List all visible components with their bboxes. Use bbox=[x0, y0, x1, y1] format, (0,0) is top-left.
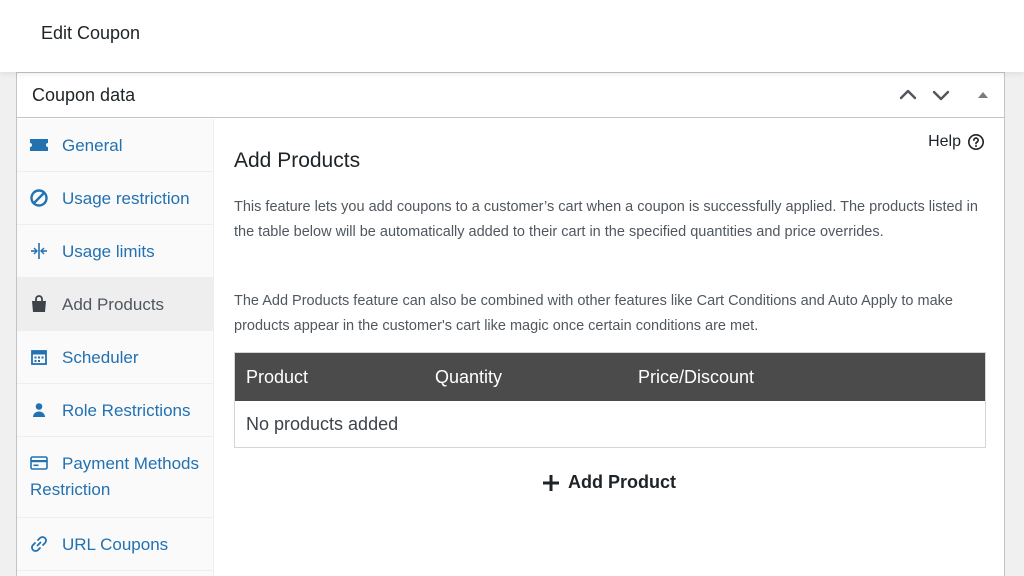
add-products-content: Help Add Products This feature lets you … bbox=[215, 119, 1004, 576]
limits-icon bbox=[29, 241, 49, 261]
help-icon bbox=[967, 133, 985, 151]
column-header-price-discount: Price/Discount bbox=[638, 367, 755, 387]
tab-label: Add Products bbox=[62, 295, 165, 314]
tab-payment-methods-restriction[interactable]: Payment Methods Restriction bbox=[17, 437, 213, 518]
tab-usage-restriction[interactable]: Usage restriction bbox=[17, 172, 213, 225]
bag-icon bbox=[29, 294, 49, 314]
tab-url-coupons[interactable]: URL Coupons bbox=[17, 518, 213, 571]
coupon-tabs-sidebar: General Usage restriction Usage limits A… bbox=[17, 119, 214, 576]
ticket-icon bbox=[29, 135, 49, 155]
card-icon bbox=[29, 453, 49, 473]
toggle-panel-button[interactable] bbox=[971, 83, 995, 107]
user-icon bbox=[29, 400, 49, 420]
tab-label-line1: Payment Methods bbox=[62, 454, 200, 473]
tab-label: Role Restrictions bbox=[62, 401, 191, 420]
tab-label: Usage restriction bbox=[62, 189, 190, 208]
triangle-up-icon bbox=[978, 92, 988, 98]
help-link[interactable]: Help bbox=[928, 133, 985, 151]
table-header: Product Quantity Price/Discount bbox=[235, 353, 985, 401]
tab-general[interactable]: General bbox=[17, 119, 213, 172]
chevron-down-icon bbox=[932, 90, 950, 101]
top-bar: Edit Coupon bbox=[0, 0, 1024, 72]
add-product-button[interactable]: Add Product bbox=[542, 472, 676, 493]
tab-usage-limits[interactable]: Usage limits bbox=[17, 225, 213, 278]
tab-label-line2: Restriction bbox=[30, 480, 111, 499]
chevron-up-icon bbox=[899, 89, 917, 100]
calendar-icon bbox=[29, 347, 49, 367]
panel-title: Coupon data bbox=[32, 85, 136, 105]
column-header-product: Product bbox=[246, 367, 309, 387]
tab-label: General bbox=[62, 136, 123, 155]
column-header-quantity: Quantity bbox=[435, 367, 503, 387]
tab-label: Scheduler bbox=[62, 348, 139, 367]
empty-message: No products added bbox=[246, 414, 399, 434]
panel-header: Coupon data bbox=[17, 73, 1004, 118]
coupon-data-panel: Coupon data General Usage restriction Us… bbox=[16, 72, 1005, 576]
plus-icon bbox=[543, 474, 559, 491]
section-title: Add Products bbox=[234, 149, 361, 172]
tab-add-products[interactable]: Add Products bbox=[17, 278, 213, 331]
tab-label: Usage limits bbox=[62, 242, 155, 261]
description-2: The Add Products feature can also be com… bbox=[234, 293, 953, 334]
tab-role-restrictions[interactable]: Role Restrictions bbox=[17, 384, 213, 437]
products-table: Product Quantity Price/Discount No produ… bbox=[234, 352, 986, 448]
table-row-empty: No products added bbox=[235, 401, 985, 447]
help-label: Help bbox=[928, 133, 961, 150]
page-title: Edit Coupon bbox=[41, 23, 141, 43]
move-down-button[interactable] bbox=[929, 83, 953, 107]
link-icon bbox=[29, 534, 49, 554]
tab-label: URL Coupons bbox=[62, 535, 169, 554]
add-product-label: Add Product bbox=[568, 472, 676, 492]
tab-scheduler[interactable]: Scheduler bbox=[17, 331, 213, 384]
move-up-button[interactable] bbox=[896, 83, 920, 107]
block-icon bbox=[29, 188, 49, 208]
description-1: This feature lets you add coupons to a c… bbox=[234, 199, 978, 240]
